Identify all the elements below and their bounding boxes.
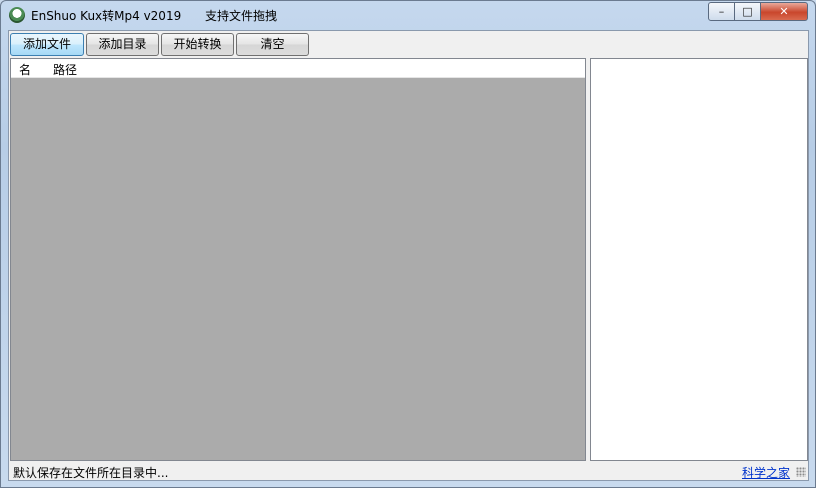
column-header-path[interactable]: 路径	[53, 61, 77, 78]
file-list[interactable]: 名 路径	[10, 58, 586, 461]
close-icon: ✕	[779, 5, 789, 18]
maximize-button[interactable]: □	[734, 2, 761, 21]
minimize-icon: –	[718, 5, 725, 18]
website-link[interactable]: 科学之家	[742, 464, 790, 481]
status-text: 默认保存在文件所在目录中...	[13, 466, 169, 480]
start-convert-button[interactable]: 开始转换	[161, 33, 234, 56]
add-folder-button[interactable]: 添加目录	[86, 33, 159, 56]
status-bar: 默认保存在文件所在目录中... 科学之家	[9, 462, 808, 480]
maximize-icon: □	[742, 5, 753, 18]
list-header: 名 路径	[11, 59, 585, 78]
window-title: EnShuo Kux转Mp4 v2019	[31, 9, 182, 23]
clear-button[interactable]: 清空	[236, 33, 309, 56]
log-pane[interactable]	[590, 58, 808, 461]
close-button[interactable]: ✕	[760, 2, 808, 21]
minimize-button[interactable]: –	[708, 2, 735, 21]
app-logo-icon	[9, 7, 25, 23]
title-bar[interactable]: EnShuo Kux转Mp4 v2019 支持文件拖拽 – □ ✕	[1, 1, 815, 29]
toolbar: 添加文件 添加目录 开始转换 清空	[9, 31, 808, 58]
drag-drop-hint: 支持文件拖拽	[205, 9, 278, 23]
app-window: EnShuo Kux转Mp4 v2019 支持文件拖拽 – □ ✕ 添加文件 添…	[0, 0, 816, 488]
resize-grip-icon[interactable]	[796, 467, 806, 477]
add-file-button[interactable]: 添加文件	[10, 33, 84, 56]
column-header-name[interactable]: 名	[19, 61, 31, 78]
client-area: 添加文件 添加目录 开始转换 清空 名 路径 默认保存在文件所在目录中... 科…	[8, 30, 809, 481]
